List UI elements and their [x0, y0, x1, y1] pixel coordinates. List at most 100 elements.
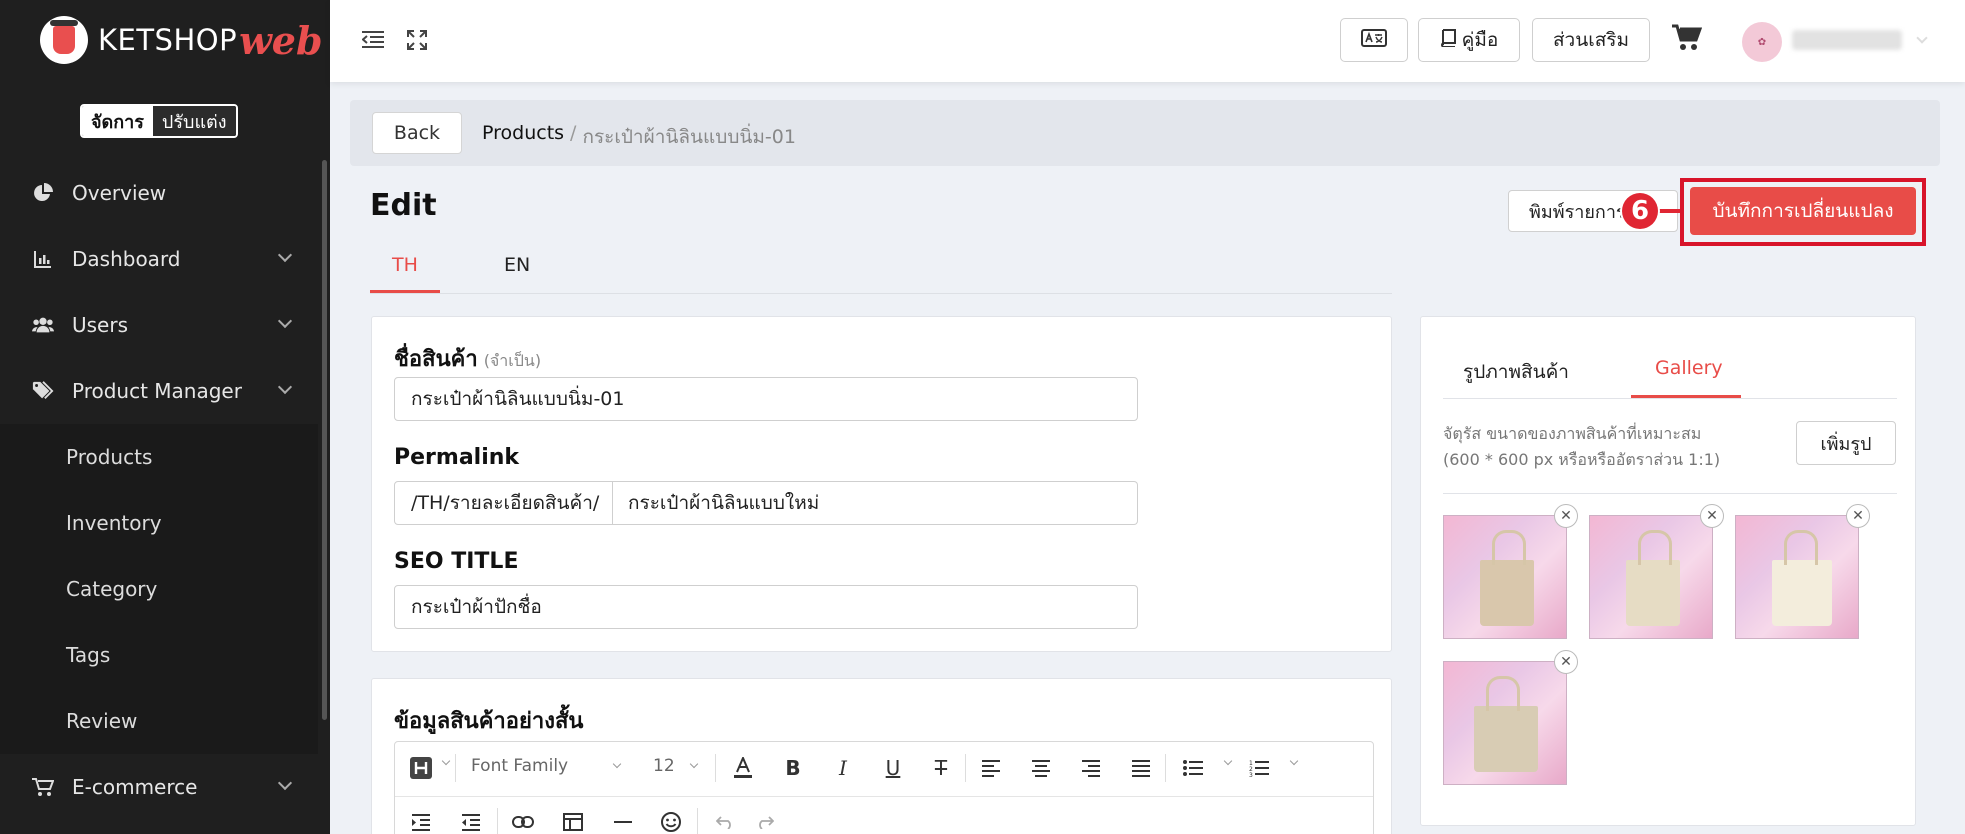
sidebar-item-review[interactable]: Review [0, 688, 318, 754]
avatar[interactable]: ✿ [1742, 22, 1782, 62]
sidebar-item-product-manager[interactable]: Product Manager [0, 358, 318, 424]
product-manager-submenu: Products Inventory Category Tags Review [0, 424, 318, 754]
chevron-down-icon [277, 247, 293, 263]
font-family-value: Font Family [471, 756, 569, 776]
align-justify-icon[interactable] [1127, 754, 1155, 782]
image-size-hint-line1: จัตุรัส ขนาดของภาพสินค้าที่เหมาะสม [1443, 424, 1702, 443]
chevron-down-icon[interactable] [1289, 756, 1299, 766]
chevron-down-icon [277, 379, 293, 395]
product-name-input[interactable]: กระเป๋าผ้านิลินแบบนิ่ม-01 [394, 377, 1138, 421]
align-left-icon[interactable] [977, 754, 1005, 782]
save-changes-button[interactable]: บันทึกการเปลี่ยนแปลง [1690, 187, 1916, 235]
callout-line [1656, 209, 1682, 213]
breadcrumb-products-link[interactable]: Products [482, 122, 564, 152]
close-icon[interactable]: ✕ [1700, 504, 1724, 528]
sidebar-item-label: Users [72, 313, 129, 337]
divider [1443, 493, 1897, 494]
outdent-icon[interactable] [457, 808, 485, 834]
image-size-hint: จัตุรัส ขนาดของภาพสินค้าที่เหมาะสม (600 … [1443, 421, 1720, 473]
sidebar-item-label: Tags [66, 643, 111, 667]
sidebar-item-overview[interactable]: Overview [0, 160, 318, 226]
align-center-icon[interactable] [1027, 754, 1055, 782]
manual-button[interactable]: คู่มือ [1418, 18, 1520, 62]
sidebar-item-users[interactable]: Users [0, 292, 318, 358]
print-label: พิมพ์รายการ [1529, 201, 1626, 223]
redo-icon[interactable] [751, 808, 779, 834]
rich-text-editor: Font Family 12 B I U T 123 [394, 741, 1374, 834]
link-icon[interactable] [509, 808, 537, 834]
sidebar-item-category[interactable]: Category [0, 556, 318, 622]
sidebar: KETSHOP web จัดการ ปรับแต่ง Overview Das… [0, 0, 330, 834]
pie-chart-icon [32, 182, 54, 204]
gallery-image[interactable]: ✕ [1735, 504, 1870, 639]
topbar: คู่มือ ส่วนเสริม [330, 0, 1965, 82]
strikethrough-icon[interactable]: T [927, 754, 955, 782]
sidebar-item-label: Dashboard [72, 247, 181, 271]
addons-button[interactable]: ส่วนเสริม [1532, 18, 1650, 62]
align-right-icon[interactable] [1077, 754, 1105, 782]
sidebar-item-label: Category [66, 577, 158, 601]
sidebar-item-inventory[interactable]: Inventory [0, 490, 318, 556]
chevron-down-icon [689, 759, 698, 769]
page-title: Edit [370, 188, 437, 223]
permalink-input[interactable]: กระเป๋าผ้านิลินแบบใหม่ [612, 481, 1138, 525]
font-size-select[interactable]: 12 [653, 756, 698, 776]
horizontal-rule-icon[interactable] [609, 808, 637, 834]
svg-text:3: 3 [1249, 772, 1253, 777]
sidebar-item-ecommerce[interactable]: E-commerce [0, 754, 318, 820]
sidebar-item-tags[interactable]: Tags [0, 622, 318, 688]
tab-en[interactable]: EN [504, 254, 530, 276]
chevron-down-icon[interactable] [1223, 756, 1233, 766]
gallery-image[interactable]: ✕ [1443, 504, 1578, 639]
toolbar-divider [697, 808, 698, 834]
sidebar-item-dashboard[interactable]: Dashboard [0, 226, 318, 292]
sidebar-item-label: Inventory [66, 511, 162, 535]
divider [1443, 398, 1897, 399]
user-name-blurred[interactable] [1792, 30, 1902, 50]
tab-th[interactable]: TH [392, 254, 418, 276]
gallery-image[interactable]: ✕ [1589, 504, 1724, 639]
add-image-button[interactable]: เพิ่มรูป [1796, 421, 1896, 465]
sidebar-nav: Overview Dashboard Users Product Manager… [0, 160, 318, 820]
tab-gallery[interactable]: Gallery [1655, 357, 1723, 379]
numbered-list-icon[interactable]: 123 [1245, 754, 1273, 782]
bullet-list-icon[interactable] [1179, 754, 1207, 782]
font-size-value: 12 [653, 756, 675, 776]
breadcrumb-bar: Back Products / กระเป๋าผ้านิลินแบบนิ่ม-0… [350, 100, 1940, 166]
brand-logo[interactable]: KETSHOP web [40, 16, 323, 64]
mode-customize-button[interactable]: ปรับแต่ง [152, 106, 236, 136]
font-family-select[interactable]: Font Family [471, 756, 622, 776]
language-tabs: TH EN [370, 246, 1392, 294]
fullscreen-icon[interactable] [404, 28, 430, 52]
table-icon[interactable] [559, 808, 587, 834]
brand-name-part2: web [239, 17, 323, 63]
toolbar-row-divider [395, 796, 1373, 797]
back-button[interactable]: Back [372, 112, 462, 154]
mode-manage-button[interactable]: จัดการ [82, 106, 153, 136]
close-icon[interactable]: ✕ [1554, 504, 1578, 528]
book-icon [1440, 28, 1456, 52]
translate-button[interactable] [1340, 18, 1408, 62]
seo-title-label: SEO TITLE [394, 549, 519, 574]
close-icon[interactable]: ✕ [1554, 650, 1578, 674]
toolbar-divider [497, 808, 498, 834]
chevron-down-icon [277, 313, 293, 329]
close-icon[interactable]: ✕ [1846, 504, 1870, 528]
cart-icon[interactable] [1670, 22, 1704, 54]
sidebar-item-products[interactable]: Products [0, 424, 318, 490]
image-size-hint-line2: (600 * 600 px หรือหรืออัตราส่วน 1:1) [1443, 450, 1721, 469]
sidebar-scrollbar[interactable] [322, 160, 327, 720]
undo-icon[interactable] [711, 808, 739, 834]
heading-icon[interactable] [407, 754, 435, 782]
collapse-sidebar-icon[interactable] [360, 28, 386, 52]
bold-icon[interactable]: B [779, 754, 807, 782]
italic-icon[interactable]: I [829, 754, 857, 782]
font-color-icon[interactable] [729, 754, 757, 782]
indent-icon[interactable] [407, 808, 435, 834]
gallery-image[interactable]: ✕ [1443, 650, 1578, 785]
chevron-down-icon[interactable] [441, 756, 451, 766]
seo-title-input[interactable]: กระเป๋าผ้าปักชื่อ [394, 585, 1138, 629]
underline-icon[interactable]: U [879, 754, 907, 782]
tab-product-images[interactable]: รูปภาพสินค้า [1463, 357, 1569, 387]
emoji-icon[interactable] [657, 808, 685, 834]
